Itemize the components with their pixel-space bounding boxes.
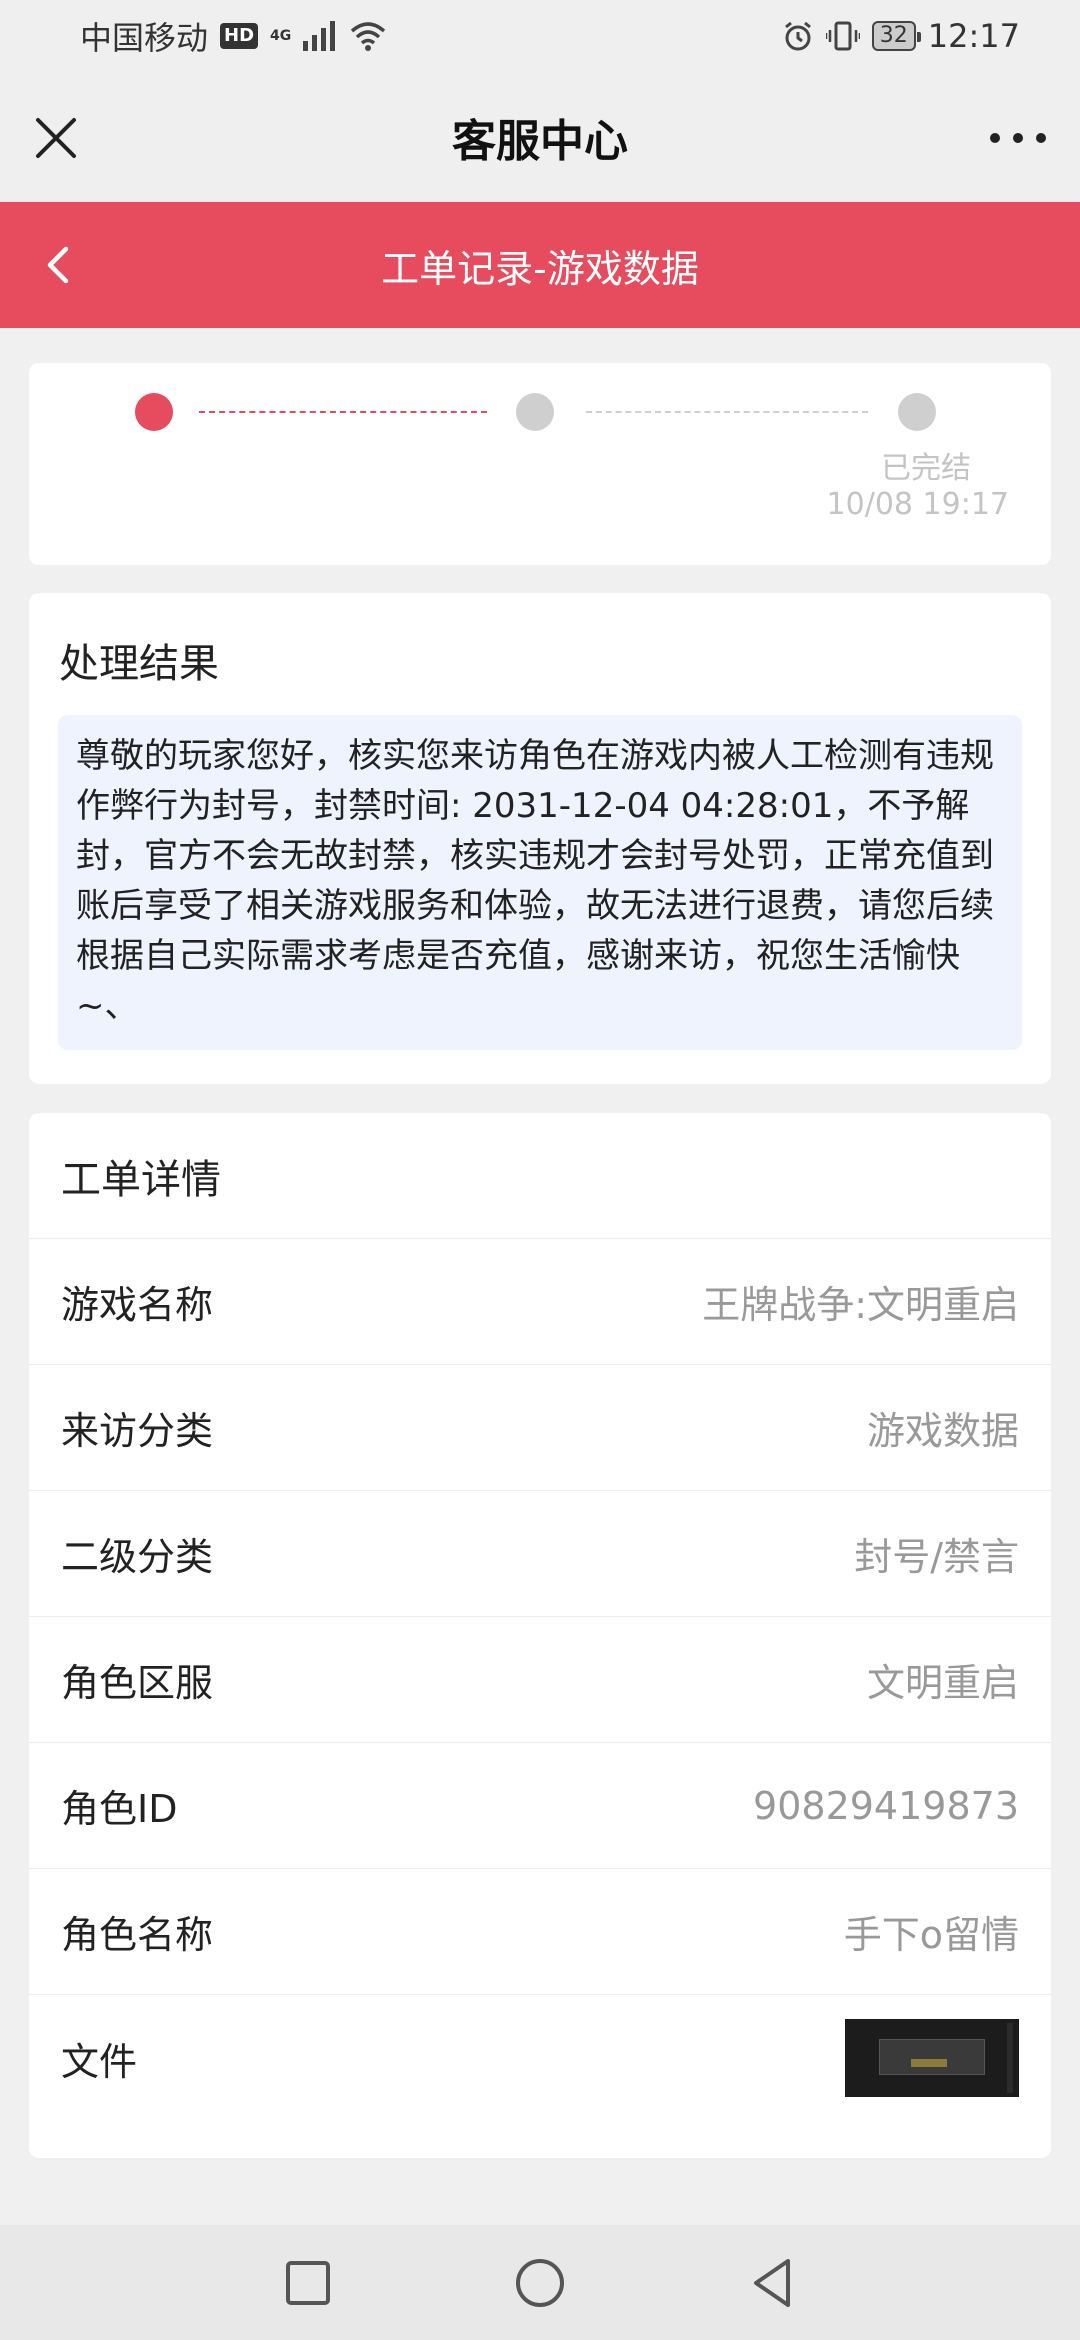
- file-thumbnail[interactable]: [845, 2019, 1019, 2097]
- detail-row-role-name: 角色名称 手下o留情: [29, 1869, 1051, 1995]
- header-title: 工单记录-游戏数据: [381, 246, 699, 291]
- network-type: 4G: [270, 29, 291, 43]
- back-icon[interactable]: [40, 245, 80, 285]
- status-bar: 中国移动 HD 4G 32 12:17: [0, 0, 1080, 72]
- thumbnail-sidebar: [1007, 2023, 1013, 2093]
- row-value: 手下o留情: [843, 1913, 1019, 1957]
- hd-icon: HD: [220, 23, 259, 49]
- row-value: 90829419873: [753, 1783, 1019, 1828]
- recent-apps-icon[interactable]: [278, 2253, 338, 2313]
- more-options-button[interactable]: [990, 116, 1046, 160]
- alarm-icon: [784, 21, 811, 51]
- wifi-icon: [351, 22, 386, 51]
- status-left: 中国移动 HD 4G: [80, 13, 387, 59]
- vibrate-icon: [825, 21, 860, 51]
- row-value: 王牌战争:文明重启: [702, 1283, 1019, 1327]
- detail-row-sub-category: 二级分类 封号/禁言: [29, 1491, 1051, 1617]
- row-value: 游戏数据: [866, 1409, 1019, 1453]
- row-value: 文明重启: [866, 1661, 1019, 1705]
- signal-icon: [303, 21, 336, 51]
- row-label: 二级分类: [61, 1535, 214, 1579]
- step-dot-3: [898, 393, 936, 431]
- more-dot-icon: [990, 133, 1000, 143]
- step-line-2: [586, 411, 868, 413]
- thumbnail-dialog: [879, 2039, 985, 2075]
- result-card: 处理结果 尊敬的玩家您好，核实您来访角色在游戏内被人工检测有违规作弊行为封号，封…: [29, 593, 1051, 1084]
- progress-card: 已完结 10/08 19:17: [29, 363, 1051, 565]
- detail-row-role-id: 角色ID 90829419873: [29, 1743, 1051, 1869]
- row-label: 来访分类: [61, 1409, 214, 1453]
- thumbnail-button: [911, 2059, 947, 2067]
- step-line-1: [199, 411, 487, 413]
- detail-row-file: 文件: [29, 1995, 1051, 2121]
- network-label: 4G: [270, 28, 292, 44]
- more-dot-icon: [1013, 133, 1023, 143]
- detail-row-server: 角色区服 文明重启: [29, 1617, 1051, 1743]
- progress-time: 10/08 19:17: [826, 487, 1009, 522]
- step-dot-1: [135, 393, 173, 431]
- ticket-header: 工单记录-游戏数据: [0, 202, 1080, 328]
- clock: 12:17: [927, 17, 1020, 55]
- result-text: 尊敬的玩家您好，核实您来访角色在游戏内被人工检测有违规作弊行为封号，封禁时间: …: [58, 715, 1022, 1050]
- detail-row-game-name: 游戏名称 王牌战争:文明重启: [29, 1239, 1051, 1365]
- row-label: 游戏名称: [61, 1283, 214, 1327]
- row-label: 文件: [61, 2039, 138, 2084]
- progress-status: 已完结: [881, 451, 971, 486]
- row-value: 封号/禁言: [854, 1535, 1019, 1579]
- top-nav: 客服中心: [0, 72, 1080, 202]
- detail-row-visit-category: 来访分类 游戏数据: [29, 1365, 1051, 1491]
- system-nav-bar: [0, 2225, 1080, 2340]
- more-dot-icon: [1036, 133, 1046, 143]
- carrier-label: 中国移动: [80, 19, 209, 57]
- detail-card: 工单详情 游戏名称 王牌战争:文明重启 来访分类 游戏数据 二级分类 封号/禁言…: [29, 1113, 1051, 2158]
- home-icon[interactable]: [510, 2253, 570, 2313]
- row-label: 角色区服: [61, 1661, 214, 1705]
- close-icon[interactable]: [34, 116, 78, 160]
- battery-level: 32: [879, 23, 908, 48]
- page-title: 客服中心: [452, 116, 628, 167]
- back-nav-icon[interactable]: [742, 2253, 802, 2313]
- status-right: 32 12:17: [782, 17, 1020, 55]
- battery-icon: 32: [871, 21, 921, 51]
- row-label: 角色名称: [61, 1913, 214, 1957]
- detail-title: 工单详情: [29, 1113, 1051, 1239]
- step-dot-2: [516, 393, 554, 431]
- row-label: 角色ID: [61, 1787, 178, 1831]
- result-title: 处理结果: [59, 641, 219, 687]
